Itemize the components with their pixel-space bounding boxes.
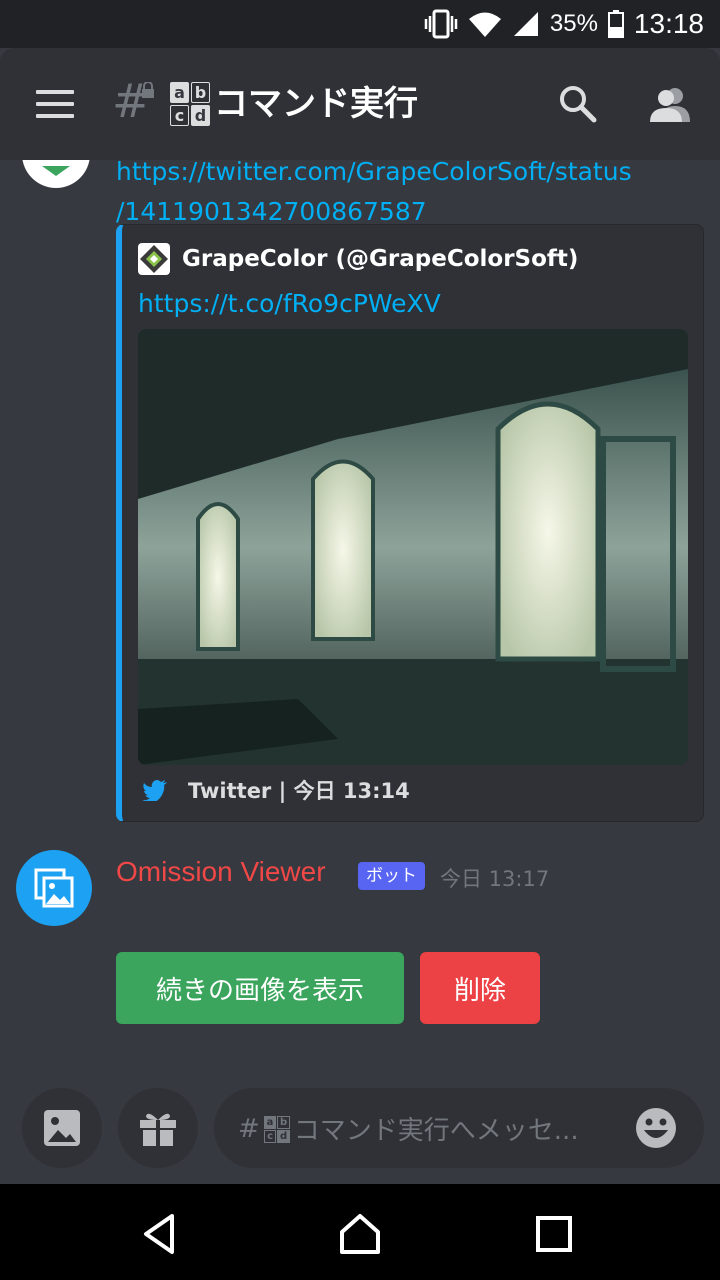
clock: 13:18	[633, 8, 704, 39]
embed-author[interactable]: GrapeColor (@GrapeColorSoft)	[138, 243, 578, 275]
grapecolor-logo-icon	[138, 243, 170, 275]
signal-icon	[513, 12, 538, 36]
wifi-icon	[468, 12, 501, 37]
back-icon[interactable]	[136, 1210, 184, 1258]
battery-icon	[607, 10, 624, 38]
delete-button[interactable]: 削除	[420, 952, 540, 1024]
input-hash-icon: #	[238, 1113, 260, 1144]
user-avatar[interactable]	[22, 160, 90, 188]
attach-image-button[interactable]	[22, 1088, 102, 1168]
gallery-icon	[34, 868, 74, 908]
channel-header: # a b c d コマンド実行	[0, 48, 720, 160]
message-list[interactable]: https://twitter.com/GrapeColorSoft/statu…	[0, 160, 720, 1084]
bot-badge: ボット	[358, 862, 425, 890]
input-placeholder: コマンド実行へメッセ...	[293, 1116, 579, 1146]
channel-title: コマンド実行	[214, 84, 418, 124]
emoji-icon[interactable]	[634, 1106, 678, 1150]
gift-icon	[140, 1113, 176, 1146]
embed-author-name[interactable]: GrapeColor (@GrapeColorSoft)	[182, 246, 578, 272]
embed-url[interactable]: https://t.co/fRo9cPWeXV	[138, 289, 441, 318]
twitter-embed: GrapeColor (@GrapeColorSoft) https://t.c…	[116, 224, 704, 822]
menu-icon[interactable]	[36, 90, 74, 118]
channel-abcd-icon: a b c d	[170, 82, 210, 126]
message-timestamp: 今日 13:17	[440, 867, 550, 891]
message-composer: # a b c d コマンド実行へメッセ...	[0, 1084, 720, 1184]
message-link[interactable]: https://twitter.com/GrapeColorSoft/statu…	[116, 160, 676, 232]
battery-percent: 35%	[549, 10, 598, 37]
lock-icon	[142, 82, 154, 98]
image-icon	[44, 1110, 80, 1146]
input-abcd-icon: a b c d	[263, 1115, 290, 1143]
search-icon[interactable]	[556, 82, 600, 126]
bot-avatar[interactable]	[16, 850, 92, 926]
system-nav-bar	[0, 1184, 720, 1280]
status-bar: 35% 13:18	[0, 0, 720, 48]
message-input[interactable]: # a b c d コマンド実行へメッセ...	[214, 1088, 704, 1168]
gift-button[interactable]	[118, 1088, 198, 1168]
recents-icon[interactable]	[530, 1210, 578, 1258]
embed-footer-text: Twitter | 今日 13:14	[188, 779, 410, 803]
twitter-icon	[142, 780, 167, 801]
show-more-images-button[interactable]: 続きの画像を表示	[116, 952, 404, 1024]
bot-username[interactable]: Omission Viewer	[116, 856, 326, 888]
home-icon[interactable]	[336, 1210, 384, 1258]
members-icon[interactable]	[648, 82, 692, 126]
embed-image[interactable]	[138, 329, 688, 765]
tweet-link-line1[interactable]: https://twitter.com/GrapeColorSoft/statu…	[116, 160, 676, 192]
vibrate-icon	[424, 9, 458, 39]
embed-footer: Twitter | 今日 13:14	[142, 775, 410, 805]
